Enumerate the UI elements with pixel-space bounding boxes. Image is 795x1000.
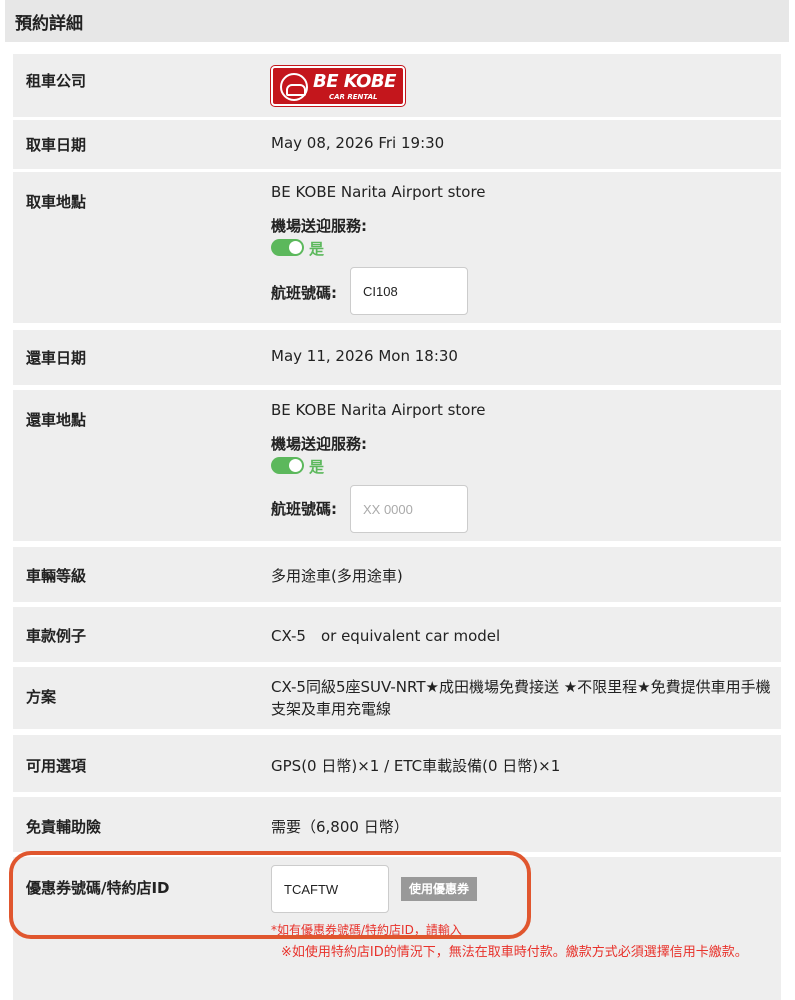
coupon-note: *如有優惠券號碼/特約店ID，請輸入 (271, 923, 462, 937)
return-shuttle-toggle[interactable] (271, 457, 304, 474)
coupon-input[interactable] (271, 865, 389, 913)
return-shuttle-value: 是 (309, 458, 325, 476)
row-plan: 方案 CX-5同級5座SUV-NRT★成田機場免費接送 ★不限里程★免費提供車用… (13, 667, 781, 729)
row-rental-company: 租車公司 BE KOBE CAR RENTAL (13, 54, 781, 117)
pickup-flight-label: 航班號碼: (271, 284, 337, 302)
vehicle-class-label: 車輛等級 (26, 567, 87, 585)
insurance-label: 免責輔助險 (26, 818, 102, 836)
row-insurance: 免責輔助險 需要（6,800 日幣） (13, 797, 781, 852)
car-model-value: CX-5 or equivalent car model (271, 627, 501, 645)
section-title: 預約詳細 (5, 0, 789, 42)
insurance-value: 需要（6,800 日幣） (271, 818, 409, 836)
pickup-date-label: 取車日期 (26, 136, 87, 154)
pickup-location-value: BE KOBE Narita Airport store (271, 183, 486, 201)
pickup-date-value: May 08, 2026 Fri 19:30 (271, 134, 445, 152)
rental-company-label: 租車公司 (26, 72, 87, 90)
pickup-shuttle-value: 是 (309, 240, 325, 258)
options-value: GPS(0 日幣)×1 / ETC車載設備(0 日幣)×1 (271, 757, 561, 775)
row-car-model: 車款例子 CX-5 or equivalent car model (13, 607, 781, 662)
car-model-label: 車款例子 (26, 627, 87, 645)
pickup-flight-input[interactable] (350, 267, 468, 315)
row-coupon: 優惠券號碼/特約店ID 使用優惠券 *如有優惠券號碼/特約店ID，請輸入 ※如使… (13, 857, 781, 1000)
plan-label: 方案 (26, 688, 57, 706)
row-options: 可用選項 GPS(0 日幣)×1 / ETC車載設備(0 日幣)×1 (13, 735, 781, 792)
return-location-label: 還車地點 (26, 411, 87, 429)
coupon-label: 優惠券號碼/特約店ID (26, 879, 170, 897)
return-location-value: BE KOBE Narita Airport store (271, 401, 486, 419)
row-return-date: 還車日期 May 11, 2026 Mon 18:30 (13, 330, 781, 385)
pickup-shuttle-label: 機場送迎服務: (271, 217, 367, 235)
return-date-value: May 11, 2026 Mon 18:30 (271, 347, 458, 365)
return-flight-label: 航班號碼: (271, 500, 337, 518)
return-shuttle-label: 機場送迎服務: (271, 435, 367, 453)
logo-text: BE KOBE (313, 71, 396, 92)
car-emblem-icon (280, 73, 308, 101)
logo-subtext: CAR RENTAL (329, 93, 378, 101)
coupon-warning: ※如使用特約店ID的情況下，無法在取車時付款。繳款方式必須選擇信用卡繳款。 (281, 945, 748, 960)
pickup-shuttle-toggle[interactable] (271, 239, 304, 256)
row-pickup-location: 取車地點 BE KOBE Narita Airport store 機場送迎服務… (13, 172, 781, 323)
options-label: 可用選項 (26, 757, 87, 775)
return-flight-input[interactable] (350, 485, 468, 533)
plan-value: CX-5同級5座SUV-NRT★成田機場免費接送 ★不限里程★免費提供車用手機支… (271, 678, 771, 718)
vehicle-class-value: 多用途車(多用途車) (271, 567, 403, 585)
row-pickup-date: 取車日期 May 08, 2026 Fri 19:30 (13, 120, 781, 169)
apply-coupon-button[interactable]: 使用優惠券 (401, 877, 477, 901)
row-vehicle-class: 車輛等級 多用途車(多用途車) (13, 547, 781, 602)
return-date-label: 還車日期 (26, 349, 87, 367)
row-return-location: 還車地點 BE KOBE Narita Airport store 機場送迎服務… (13, 390, 781, 541)
company-logo: BE KOBE CAR RENTAL (271, 66, 405, 106)
pickup-location-label: 取車地點 (26, 193, 87, 211)
